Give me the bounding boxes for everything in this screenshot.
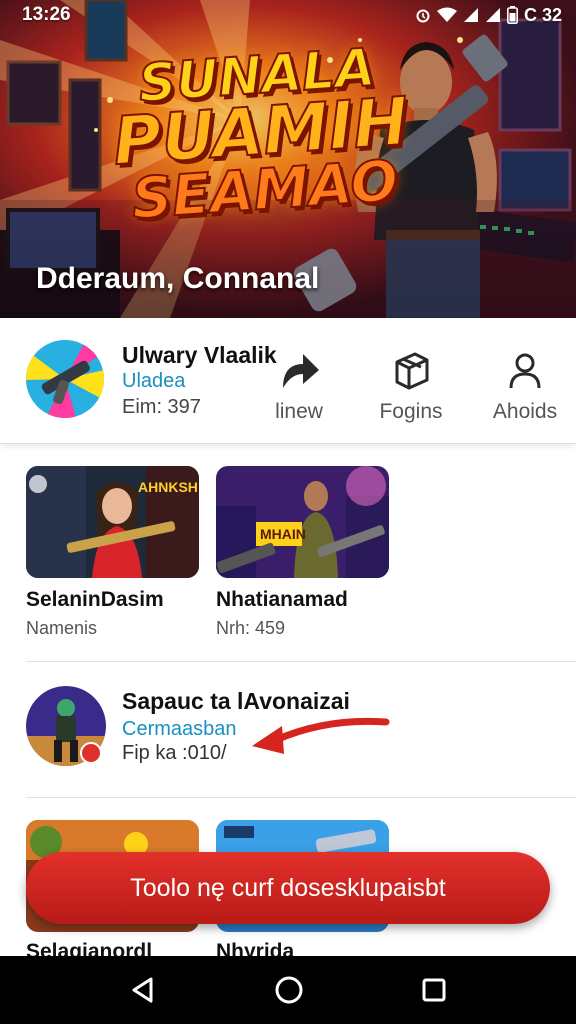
profile-subtitle[interactable]: Uladea [122,370,185,393]
recents-button[interactable] [421,977,447,1003]
card-thumbnail: AHNKSH [26,466,199,578]
card-thumbnail-art-2: MHAIN [216,466,389,578]
status-icons: C 32 [415,5,562,26]
fogins-button[interactable]: Fogins [366,348,456,424]
home-icon [275,976,303,1004]
fogins-label: Fogins [379,400,443,423]
banner-title: SUNALA PUAMIH SEAMAO [91,37,432,233]
red-arrow-icon [252,717,390,754]
ahoids-label: Ahoids [492,400,558,423]
recents-icon [422,978,446,1002]
divider [26,797,576,798]
profile-meta: Eim: 397 [122,396,201,418]
signal-icon [463,8,478,22]
battery-text: C 32 [523,4,562,25]
wifi-icon [436,7,457,22]
feature-title: Sapauc ta lAvonaizai [122,688,350,714]
share-label: linew [275,400,323,423]
box-icon [395,352,429,390]
status-bar: 13:26 C 32 [0,0,576,30]
cta-button[interactable]: Toolo nę curf dosesklupaisbt [26,852,550,924]
svg-text:MHAIN: MHAIN [260,526,306,542]
banner-subtitle: Dderaum, Connanal [36,262,320,295]
battery-icon [506,6,518,24]
back-icon [132,977,153,1003]
profile-row: Ulwary Vlaalik Uladea Eim: 397 linew Fog… [0,318,576,444]
alarm-icon [416,9,430,23]
status-time: 13:26 [22,4,71,25]
feature-meta: Fip ka :010/ [122,742,227,764]
profile-avatar[interactable] [26,340,104,418]
content-card[interactable]: MHAIN Nhatianamad Nrh: 459 [216,466,389,639]
feature-subtitle[interactable]: Cermaasban [122,718,237,741]
svg-text:AHNKSH: AHNKSH [138,479,198,495]
divider [26,661,576,662]
card-meta: Namenis [26,618,98,638]
signal-icon-2 [485,8,500,22]
live-badge [80,742,102,764]
home-button[interactable] [274,975,304,1005]
content-card[interactable]: AHNKSH SelaninDasim Namenis [26,466,199,639]
share-arrow-icon [283,354,319,388]
card-title: Nhatianamad [216,588,348,611]
profile-avatar-art [26,340,104,418]
hero-banner[interactable]: SUNALA PUAMIH SEAMAO Dderaum, Connanal [0,0,576,318]
share-button[interactable]: linew [254,348,344,424]
card-thumbnail: MHAIN [216,466,389,578]
card-meta: Nrh: 459 [216,618,286,638]
card-thumbnail-art-1: AHNKSH [26,466,199,578]
ahoids-button[interactable]: Ahoids [480,348,570,424]
person-icon [509,353,541,389]
navigation-bar [0,956,576,1024]
card-title: SelaninDasim [26,588,164,611]
back-button[interactable] [129,976,157,1004]
